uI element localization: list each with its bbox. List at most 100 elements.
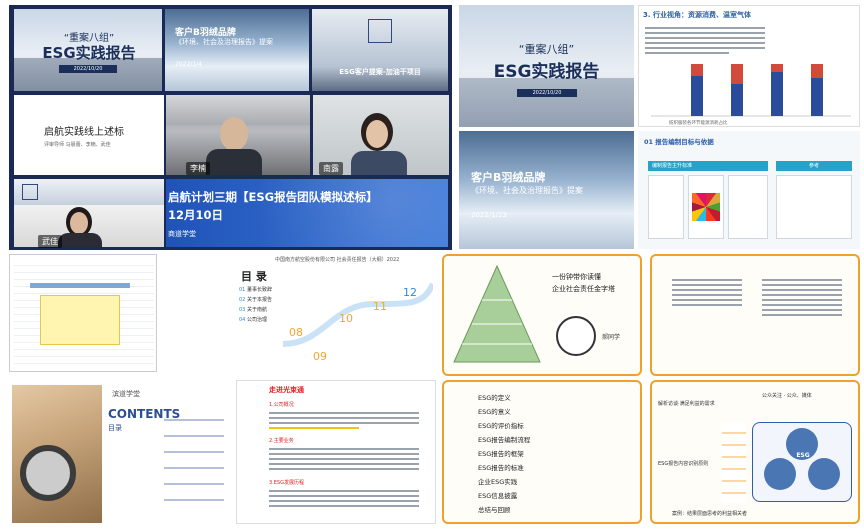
slide-title: ESG实践报告 [493, 62, 600, 82]
launch-bid-slide[interactable]: 启航实践线上述标 评审导师 马晨蕾、李楠、武佳 [14, 95, 164, 175]
card [776, 175, 852, 239]
slide-subtitle: “重案八组” [518, 43, 575, 56]
esg-report-cover-slide[interactable]: “重案八组” ESG实践报告 2022/10/20 [459, 5, 634, 127]
slide-date: 2022/1/4 [175, 61, 202, 68]
brand-label: 滨道学堂 [112, 390, 140, 398]
toc-title: 目 录 [241, 270, 267, 283]
event-banner: 启航计划三期【ESG报告团队模拟述标】 12月10日 商道学堂 [166, 179, 448, 247]
mindmap-node: 公众关注 · 公众、媒体 [762, 393, 812, 399]
participant-video-tile[interactable]: 南露 [313, 95, 449, 175]
checklist-item: ESG报告的标准 [478, 464, 524, 472]
participant-face [366, 120, 388, 148]
doc-subheading: 3.ESG发展历程 [269, 480, 304, 486]
stakeholder-mindmap-sketch[interactable]: 解析访谈·满足利益的需求 ESG报告内容识别原则 公众关注 · 公众、媒体 案例… [650, 380, 860, 524]
chart-bar [771, 64, 783, 116]
slide-body-text [645, 24, 765, 57]
card [648, 175, 684, 239]
doc-paragraph [269, 445, 419, 473]
esg-proposal-slide[interactable]: ESG客户提案-加油干项目 [312, 9, 448, 91]
checklist-item: ESG的意义 [478, 408, 511, 416]
section-label: 编制报告主升标准 [648, 161, 768, 171]
report-outline-table[interactable] [9, 254, 157, 372]
checklist-item: ESG报告编制流程 [478, 436, 531, 444]
doc-heading: 走进光束通 [269, 386, 304, 394]
client-proposal-slide[interactable]: 客户B羽绒品牌 《环境、社会及治理报告》提案 2022/1/23 [459, 131, 634, 249]
doc-subheading: 1.公司概况 [269, 402, 294, 408]
venn-circle [764, 458, 796, 490]
card [728, 175, 768, 239]
toc-node-number: 09 [313, 350, 327, 363]
toc-node-number: 11 [373, 300, 387, 313]
mindmap-node: ESG报告内容识别原则 [658, 461, 709, 467]
sketch-label: 郝同学 [602, 334, 621, 341]
chart-bar [731, 64, 743, 116]
slide-title: 客户B羽绒品牌 [471, 171, 546, 184]
car-contents-slide[interactable]: 滨道学堂 CONTENTS 目录 [12, 385, 228, 523]
video-conference-window: “重案八组” ESG实践报告 2022/10/20 客户B羽绒品牌 《环境、社会… [9, 5, 452, 250]
logo-icon [22, 184, 38, 200]
mindmap-branch [672, 276, 742, 309]
mindmap-node: 解析访谈·满足利益的需求 [658, 401, 715, 407]
participant-name: 武佳 [38, 235, 62, 248]
participant-name: 李楠 [186, 162, 210, 175]
doc-paragraph [269, 487, 419, 510]
slide-subtitle: 《环境、社会及治理报告》提案 [175, 38, 273, 46]
checklist: ESG的定义 ESG的意义 ESG的评价指标 ESG报告编制流程 ESG报告的框… [478, 392, 628, 518]
participant-body [351, 151, 407, 175]
collage-root: “重案八组” ESG实践报告 2022/10/20 客户B羽绒品牌 《环境、社会… [0, 0, 864, 529]
participant-body [206, 149, 262, 175]
energy-bar-chart [651, 64, 851, 117]
pyramid-diagram [453, 264, 541, 363]
slide-title: ESG客户提案-加油干项目 [339, 68, 421, 76]
highlight-cell [40, 295, 120, 345]
highlight-row [30, 283, 130, 288]
report-objectives-slide[interactable]: 01 报告编制目标与依据 编制报告主升标准 参考 [638, 131, 860, 249]
toc-flow-diagram: 08 10 11 12 09 [283, 282, 433, 363]
banner-title: 启航计划三期【ESG报告团队模拟述标】 [168, 190, 378, 204]
esg-report-cover-slide[interactable]: “重案八组” ESG实践报告 2022/10/20 [14, 9, 162, 91]
table-of-contents-slide[interactable]: 中国南方航空股份有限公司 社会责任报告（大纲）2022 目 录 01 董事长致辞… [235, 254, 435, 372]
participant-name: 南露 [319, 162, 343, 175]
mindmap-sketch[interactable] [650, 254, 860, 376]
slide-heading: 3. 行业视角：资源消费、温室气体 [643, 11, 751, 19]
toc-node-number: 10 [339, 312, 353, 325]
slide-heading: 01 报告编制目标与依据 [644, 138, 714, 146]
cartoon-face-icon [556, 316, 596, 356]
mindmap-branch [762, 276, 842, 319]
checklist-item: 总结与回顾 [478, 506, 511, 514]
slide-date: 2022/10/20 [517, 89, 577, 97]
mindmap-node: 案例：结果层面思考的利益相关者 [672, 511, 748, 517]
banner-brand: 商道学堂 [168, 230, 196, 238]
sketch-text: 企业社会责任金字塔 [552, 285, 615, 293]
industry-perspective-slide[interactable]: 3. 行业视角：资源消费、温室气体 纺织服装各环节能源消耗占比 [638, 5, 860, 127]
participant-face [220, 117, 248, 151]
esg-checklist-sketch[interactable]: ESG的定义 ESG的意义 ESG的评价指标 ESG报告编制流程 ESG报告的框… [442, 380, 642, 524]
participant-face [70, 212, 88, 234]
chart-bar [691, 64, 703, 116]
toc-node-number: 12 [403, 286, 417, 299]
participant-video-tile[interactable]: 武佳 [14, 205, 164, 248]
slide-header: 中国南方航空股份有限公司 社会责任报告（大纲）2022 [275, 257, 400, 263]
contents-list [164, 405, 224, 505]
participant-video-tile[interactable]: 李楠 [166, 95, 310, 175]
car-wheel-icon [20, 445, 76, 501]
venn-center-label: ESG [796, 452, 810, 459]
slide-meta: 评审导师 马晨蕾、李楠、武佳 [44, 142, 111, 148]
csr-pyramid-sketch[interactable]: 一份钟带你读懂 企业社会责任金字塔 郝同学 [442, 254, 642, 376]
client-proposal-slide[interactable]: 客户B羽绒品牌 《环境、社会及治理报告》提案 2022/1/4 [165, 9, 309, 91]
participant-body [58, 233, 102, 247]
toc-node-number: 08 [289, 326, 303, 339]
section-label: 参考 [776, 161, 852, 171]
checklist-item: ESG报告的框架 [478, 450, 524, 458]
toc-list: 01 董事长致辞 02 关于本报告 03 关于南航 04 公司治理 [239, 287, 272, 323]
slide-date: 2022/1/23 [471, 211, 507, 219]
banner-date: 12月10日 [168, 208, 224, 222]
logo-slide[interactable] [14, 179, 164, 205]
slide-title: 启航实践线上述标 [44, 127, 124, 138]
chart-bar [811, 64, 823, 116]
chart-label: 纺织服装各环节能源消耗占比 [669, 121, 728, 126]
doc-paragraph [269, 409, 419, 432]
slide-date: 2022/10/20 [59, 65, 117, 73]
company-overview-document[interactable]: 走进光束通 1.公司概况 2.主要业务 3.ESG发展历程 [236, 380, 436, 524]
slide-title: ESG实践报告 [42, 44, 136, 62]
